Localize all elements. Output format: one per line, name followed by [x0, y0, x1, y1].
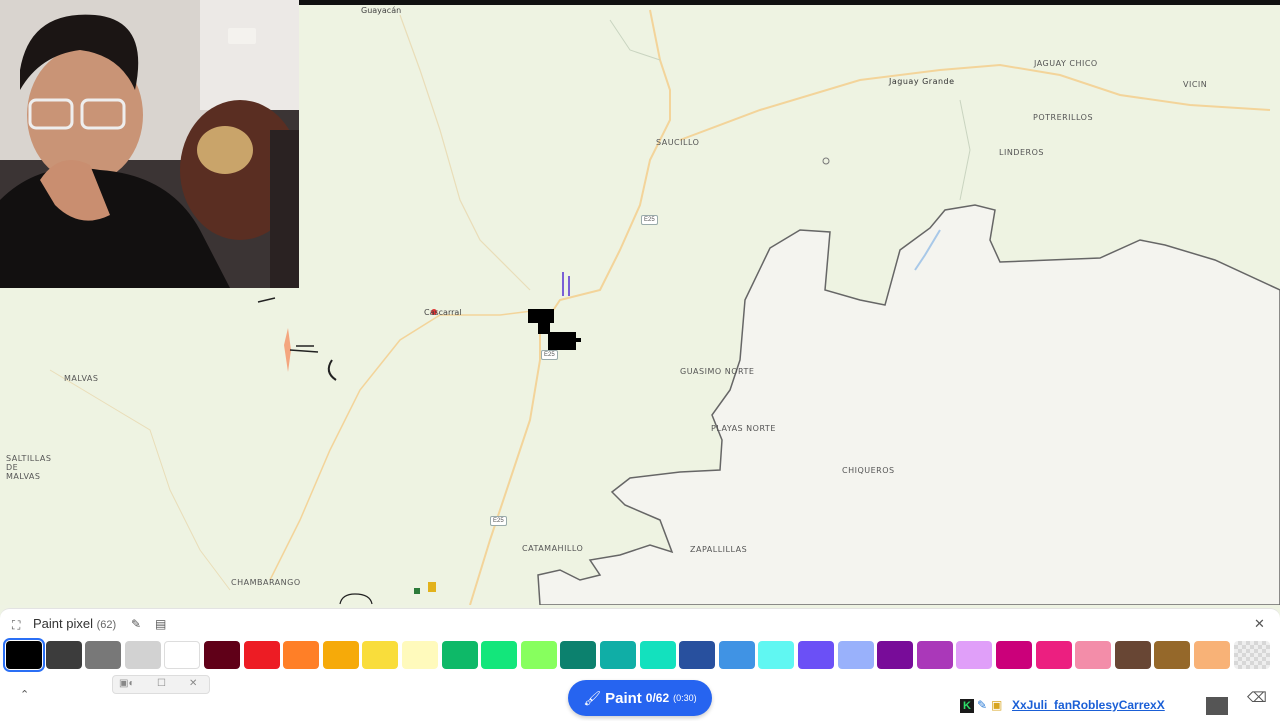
mini-toolbar[interactable]: ▣◐ ☐ ✕: [112, 675, 210, 694]
map-label-saucillo: SAUCILLO: [656, 138, 700, 147]
top-bar: [299, 0, 1280, 5]
map-label-guayacan: Guayacán: [361, 6, 402, 15]
avatar[interactable]: [1206, 697, 1228, 715]
close-icon[interactable]: ✕: [189, 678, 197, 689]
color-swatch[interactable]: [600, 641, 636, 669]
paint-title-label: Paint pixel: [33, 616, 93, 631]
webcam-overlay: [0, 0, 299, 288]
color-swatch[interactable]: [520, 641, 557, 669]
save-icon[interactable]: ▤: [155, 617, 166, 631]
paint-button-label: Paint: [605, 689, 642, 707]
map-label-linderos: LINDEROS: [999, 148, 1044, 157]
road-shield: E25: [490, 516, 507, 526]
map-label-malvas: MALVAS: [64, 374, 99, 383]
map-label-zapallillas: ZAPALLILLAS: [690, 545, 748, 554]
map-label-vicin: VICIN: [1183, 80, 1208, 89]
color-swatch[interactable]: [243, 641, 280, 669]
paint-button-count: 0/62: [645, 691, 670, 705]
color-swatch[interactable]: [1194, 641, 1230, 669]
paint-panel-title: Paint pixel (62): [33, 616, 116, 631]
color-swatch[interactable]: [45, 641, 82, 669]
color-swatch[interactable]: [3, 638, 45, 672]
chest-badge-icon: ▣: [991, 698, 1003, 712]
color-swatch[interactable]: [1114, 641, 1151, 669]
map-label-playas-norte: PLAYAS NORTE: [711, 424, 776, 433]
brush-badge-icon: ✎: [977, 698, 988, 712]
color-swatch[interactable]: [1154, 641, 1191, 669]
color-swatch[interactable]: [639, 641, 676, 669]
color-swatch[interactable]: [164, 641, 201, 669]
color-palette: [3, 638, 1272, 672]
color-swatch[interactable]: [124, 641, 161, 669]
map-label-catamahillo: CATAMAHILLO: [522, 544, 584, 553]
window-icon[interactable]: ☐: [157, 678, 166, 689]
map-label-chambarango: CHAMBARANGO: [231, 578, 301, 587]
map-label-jaguay-grande: Jaguay Grande: [889, 77, 955, 86]
road-shield: E25: [641, 215, 658, 225]
color-swatch[interactable]: [402, 641, 438, 669]
paint-button-timer: (0:30): [673, 693, 697, 703]
color-swatch[interactable]: [956, 641, 993, 669]
color-swatch[interactable]: [996, 641, 1032, 669]
k-badge-icon: K: [960, 699, 974, 713]
color-swatch[interactable]: [560, 641, 597, 669]
pencil-icon[interactable]: ✎: [131, 617, 141, 631]
color-swatch[interactable]: [481, 641, 518, 669]
color-swatch[interactable]: [837, 641, 874, 669]
color-swatch[interactable]: [877, 641, 914, 669]
color-swatch[interactable]: [798, 641, 834, 669]
map-label-potrerillos: POTRERILLOS: [1033, 113, 1094, 122]
username-link[interactable]: XxJuli_fanRoblesyCarrexX: [1012, 698, 1165, 712]
color-swatch[interactable]: [718, 641, 755, 669]
color-swatch[interactable]: [679, 641, 716, 669]
paint-button[interactable]: 🖌 Paint 0/62 (0:30): [568, 680, 712, 716]
color-swatch[interactable]: [362, 641, 399, 669]
close-icon[interactable]: ✕: [1254, 617, 1265, 631]
road-shield: E25: [541, 350, 558, 360]
color-swatch[interactable]: [322, 641, 359, 669]
chevron-up-icon[interactable]: ⌃: [20, 688, 29, 702]
color-swatch[interactable]: [283, 641, 320, 669]
brush-icon: 🖌: [583, 689, 602, 706]
pixel-count: (62): [96, 619, 117, 631]
eraser-icon[interactable]: ⌫: [1247, 690, 1267, 704]
webcam-image: [0, 0, 299, 288]
map-label-chiqueros: CHIQUEROS: [842, 466, 895, 475]
color-swatch[interactable]: [916, 641, 953, 669]
color-swatch[interactable]: [85, 641, 122, 669]
color-swatch[interactable]: [1233, 641, 1270, 669]
color-swatch[interactable]: [1075, 641, 1112, 669]
color-swatch[interactable]: [758, 641, 795, 669]
color-swatch[interactable]: [441, 641, 478, 669]
color-swatch[interactable]: [204, 641, 240, 669]
map-label-jaguay-chico: JAGUAY CHICO: [1034, 59, 1098, 68]
layout-icon[interactable]: ▣◐: [119, 678, 135, 689]
expand-icon[interactable]: ⛶: [12, 618, 20, 632]
map-label-saltillas: SALTILLAS DE MALVAS: [6, 454, 52, 481]
color-swatch[interactable]: [1035, 641, 1072, 669]
map-label-guasimo-norte: GUASIMO NORTE: [680, 367, 755, 376]
map-label-cascarral: Cascarral: [424, 308, 462, 317]
